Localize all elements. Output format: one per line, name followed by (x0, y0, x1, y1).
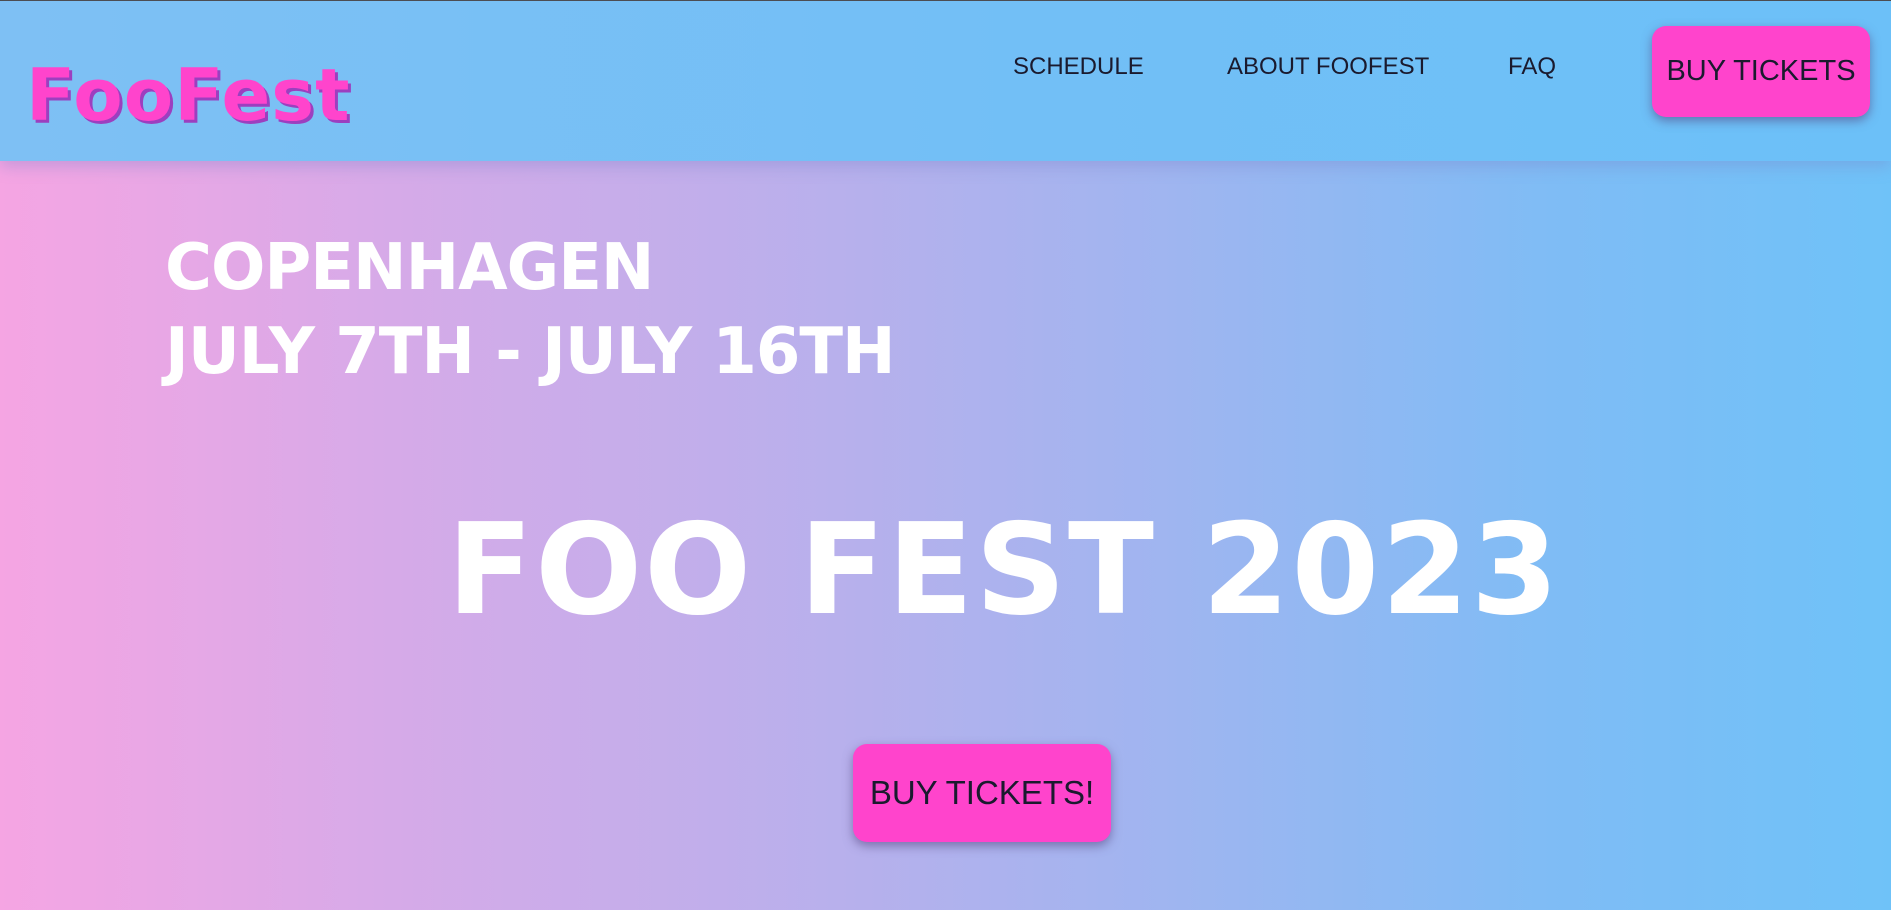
foofest-logo[interactable]: FooFest (26, 59, 351, 131)
buy-tickets-hero-button[interactable]: BUY TICKETS! (853, 744, 1111, 842)
nav-link-about-foofest[interactable]: ABOUT FOOFEST (1227, 53, 1429, 81)
nav-link-schedule[interactable]: SCHEDULE (1013, 53, 1144, 81)
hero-dates: JULY 7TH - JULY 16TH (165, 315, 896, 389)
navbar: FooFest SCHEDULE ABOUT FOOFEST FAQ BUY T… (0, 1, 1891, 161)
hero-city: COPENHAGEN (165, 231, 654, 305)
buy-tickets-nav-button[interactable]: BUY TICKETS (1652, 26, 1870, 117)
nav-link-faq[interactable]: FAQ (1508, 53, 1556, 81)
hero-title: FOO FEST 2023 (447, 496, 1561, 643)
